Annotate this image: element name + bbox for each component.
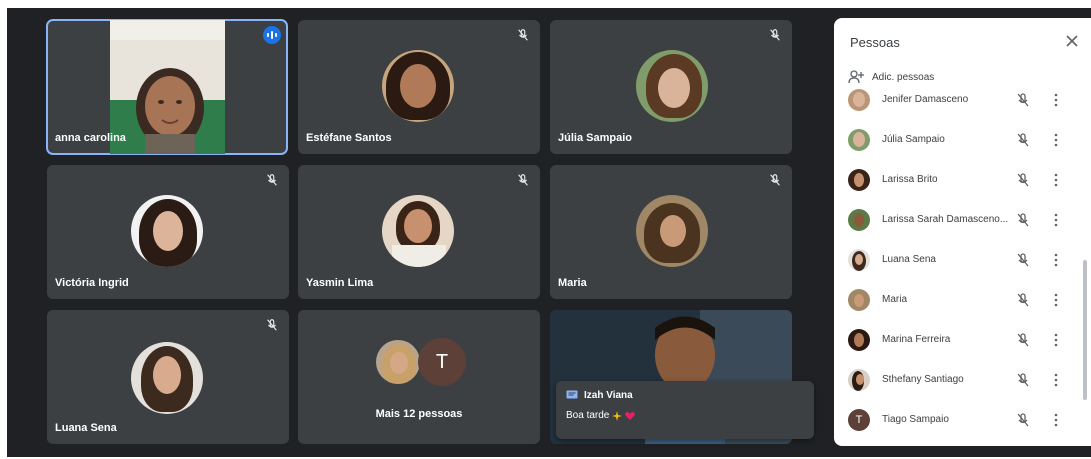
more-vert-icon[interactable] xyxy=(1052,172,1060,188)
chat-notification[interactable]: Izah Viana Boa tarde xyxy=(556,381,814,439)
participant-tile-victoria-ingrid[interactable]: Victória Ingrid xyxy=(47,165,289,299)
more-vert-icon[interactable] xyxy=(1052,292,1060,308)
mic-off-icon xyxy=(267,174,277,186)
chat-message: Boa tarde xyxy=(566,410,610,421)
participant-avatar xyxy=(848,289,870,311)
mic-off-icon xyxy=(518,174,528,186)
more-vert-icon[interactable] xyxy=(1052,332,1060,348)
chat-sender: Izah Viana xyxy=(584,390,633,401)
mic-off-icon xyxy=(518,29,528,41)
participant-name: Maria xyxy=(882,294,908,305)
participant-name: Jenifer Damasceno xyxy=(882,94,969,105)
mic-off-icon[interactable] xyxy=(1015,132,1031,148)
panel-title: Pessoas xyxy=(850,35,900,50)
more-participants-label: Mais 12 pessoas xyxy=(375,408,463,420)
participant-name: Luana Sena xyxy=(882,254,936,265)
chat-icon xyxy=(566,390,578,399)
mic-off-icon[interactable] xyxy=(1015,252,1031,268)
sparkles-emoji-icon xyxy=(612,410,623,421)
mic-off-icon[interactable] xyxy=(1015,172,1031,188)
participant-name: Maria xyxy=(558,277,587,289)
list-item[interactable]: Júlia Sampaio xyxy=(834,122,1082,162)
participant-list: Jenifer Damasceno Júlia Sampaio Larissa … xyxy=(834,88,1082,444)
participant-name: Sthefany Santiago xyxy=(882,374,964,385)
video-frame xyxy=(110,20,225,154)
letter-avatar: T xyxy=(418,338,466,386)
list-item[interactable]: Jenifer Damasceno xyxy=(834,88,1082,122)
mic-off-icon xyxy=(770,174,780,186)
participant-name: Larissa Brito xyxy=(882,174,938,185)
participant-avatar xyxy=(848,89,870,111)
participant-name: Yasmin Lima xyxy=(306,277,374,289)
participant-avatar xyxy=(382,195,454,267)
participant-tile-yasmin-lima[interactable]: Yasmin Lima xyxy=(298,165,540,299)
participant-avatar xyxy=(636,50,708,122)
more-vert-icon[interactable] xyxy=(1052,412,1060,428)
participant-avatar xyxy=(848,249,870,271)
participant-name: anna carolina xyxy=(55,132,126,144)
participant-tile-anna-carolina[interactable]: anna carolina xyxy=(46,19,288,155)
people-panel: Pessoas Adic. pessoas Jenifer Damasceno … xyxy=(834,18,1091,446)
participant-avatar xyxy=(374,338,422,386)
mic-off-icon[interactable] xyxy=(1015,92,1031,108)
mic-off-icon[interactable] xyxy=(1015,412,1031,428)
mic-off-icon[interactable] xyxy=(1015,212,1031,228)
participant-name: Júlia Sampaio xyxy=(882,134,945,145)
person-add-icon xyxy=(848,70,864,84)
participant-name: Luana Sena xyxy=(55,422,117,434)
more-participants-tile[interactable]: T Mais 12 pessoas xyxy=(298,310,540,444)
participant-name: Victória Ingrid xyxy=(55,277,129,289)
add-people-label: Adic. pessoas xyxy=(872,71,935,83)
participant-avatar xyxy=(848,369,870,391)
participant-name: Tiago Sampaio xyxy=(882,414,949,425)
participant-video xyxy=(110,20,225,154)
participant-name: Larissa Sarah Damasceno... xyxy=(882,214,1009,225)
list-item[interactable]: Marina Ferreira xyxy=(834,322,1082,362)
list-item[interactable]: Larissa Brito xyxy=(834,162,1082,202)
participant-tile-estefane-santos[interactable]: Estéfane Santos xyxy=(298,20,540,154)
mic-off-icon xyxy=(267,319,277,331)
more-vert-icon[interactable] xyxy=(1052,92,1060,108)
mic-off-icon xyxy=(770,29,780,41)
participant-name: Júlia Sampaio xyxy=(558,132,632,144)
participant-avatar xyxy=(848,129,870,151)
participant-tile-julia-sampaio[interactable]: Júlia Sampaio xyxy=(550,20,792,154)
heart-emoji-icon xyxy=(625,411,636,420)
more-vert-icon[interactable] xyxy=(1052,372,1060,388)
participant-avatar xyxy=(848,329,870,351)
list-item[interactable]: Maria xyxy=(834,282,1082,322)
scrollbar[interactable] xyxy=(1083,260,1087,400)
audio-level-icon xyxy=(263,26,281,44)
participant-avatar xyxy=(131,195,203,267)
list-item[interactable]: T Tiago Sampaio xyxy=(834,402,1082,442)
mic-off-icon[interactable] xyxy=(1015,372,1031,388)
participant-name: Estéfane Santos xyxy=(306,132,392,144)
add-people-button[interactable]: Adic. pessoas xyxy=(848,70,934,84)
participant-tile-luana-sena[interactable]: Luana Sena xyxy=(47,310,289,444)
mic-off-icon[interactable] xyxy=(1015,332,1031,348)
participant-name: Marina Ferreira xyxy=(882,334,951,345)
participant-avatar xyxy=(131,342,203,414)
more-vert-icon[interactable] xyxy=(1052,212,1060,228)
participant-tile-maria[interactable]: Maria xyxy=(550,165,792,299)
participant-avatar xyxy=(382,50,454,122)
list-item[interactable]: Larissa Sarah Damasceno... xyxy=(834,202,1082,242)
more-vert-icon[interactable] xyxy=(1052,252,1060,268)
participant-avatar xyxy=(636,195,708,267)
participant-avatar xyxy=(848,169,870,191)
close-icon[interactable] xyxy=(1063,32,1081,50)
list-item[interactable]: Sthefany Santiago xyxy=(834,362,1082,402)
letter-avatar: T xyxy=(848,409,870,431)
participant-avatar xyxy=(848,209,870,231)
list-item[interactable]: Luana Sena xyxy=(834,242,1082,282)
mic-off-icon[interactable] xyxy=(1015,292,1031,308)
more-vert-icon[interactable] xyxy=(1052,132,1060,148)
avatar-letter: T xyxy=(855,414,863,426)
